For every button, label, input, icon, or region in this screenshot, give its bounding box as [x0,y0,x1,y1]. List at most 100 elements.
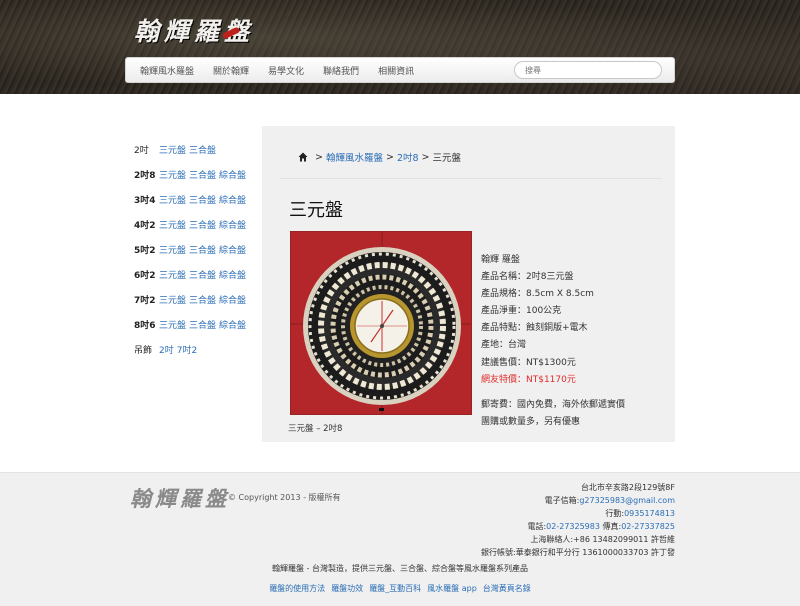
sidebar-link[interactable]: 三元盤 [159,221,186,231]
sidebar-row: 吊飾 2吋 7吋2 [134,343,197,356]
home-icon[interactable] [298,152,308,162]
footer-logo[interactable]: 翰輝羅盤 [130,483,230,513]
image-caption: 三元盤 – 2吋8 [288,424,343,434]
nav-item[interactable]: 翰輝風水羅盤 [140,64,194,77]
list-price: 建議售價：NT$1300元 [481,358,576,368]
email-line: 電子信箱:g27325983@gmail.com [545,495,675,506]
address-text: 台北市辛亥路2段129號8F [580,483,675,492]
sidebar-row: 8吋6 三元盤 三合盤 綜合盤 [134,318,246,331]
product-detail-line: 團購或數量多，另有優惠 [481,417,581,427]
mobile-link[interactable]: 0935174813 [624,509,675,518]
mobile-line: 行動:0935174813 [605,508,675,519]
email-link[interactable]: g27325983@gmail.com [579,496,675,505]
breadcrumb-link[interactable]: 翰輝風水羅盤 [326,150,383,164]
sidebar-row: 2吋 三元盤 三合盤 [134,143,216,156]
divider [280,178,662,179]
sidebar-link[interactable]: 三合盤 [189,246,216,256]
copyright-text: © Copyright 2013 - 版權所有 [228,493,341,502]
shanghai-contact: 上海聯絡人:+86 13482099011 許哲維 [530,535,675,544]
sidebar-link[interactable]: 2吋 [159,346,174,356]
sidebar-row: 2吋8 三元盤 三合盤 綜合盤 [134,168,246,181]
sidebar-link[interactable]: 綜合盤 [219,271,246,281]
bank-account: 銀行帳號:華泰銀行和平分行 1361000033703 許丁發 [481,548,675,557]
sidebar-link[interactable]: 三元盤 [159,321,186,331]
sidebar-link[interactable]: 三合盤 [189,171,216,181]
breadcrumb: > 翰輝風水羅盤 >2吋8 > 三元盤 [298,150,461,164]
sidebar-link[interactable]: 三合盤 [189,146,216,156]
product-panel: > 翰輝風水羅盤 >2吋8 > 三元盤 三元盤 三元盤 – 2吋8 翰輝 羅盤 … [262,126,675,442]
breadcrumb-separator: > [421,151,430,163]
sidebar-row: 7吋2 三元盤 三合盤 綜合盤 [134,293,246,306]
breadcrumb-current: 三元盤 [432,153,462,164]
email-label: 電子信箱: [544,496,580,505]
sidebar-size-label: 吊飾 [134,346,153,356]
footer-link[interactable]: 羅盤功效 [331,584,363,593]
sidebar-link[interactable]: 三元盤 [159,146,186,156]
sidebar-row: 3吋4 三元盤 三合盤 綜合盤 [134,193,246,206]
sidebar-row: 6吋2 三元盤 三合盤 綜合盤 [134,268,246,281]
product-detail-line: 翰輝 羅盤 [481,255,520,265]
sale-price: 網友特價：NT$1170元 [481,375,576,385]
sidebar-link[interactable]: 綜合盤 [219,321,246,331]
phone-line: 電話:02-27325983 傳真:02-27337825 [527,521,675,532]
footer-link[interactable]: 風水羅盤 app [427,584,477,593]
footer-link[interactable]: 羅盤的使用方法 [269,584,325,593]
product-detail-line: 產品規格：8.5cm X 8.5cm [481,289,594,299]
breadcrumb-separator: > [385,151,394,163]
sidebar-size-label: 4吋2 [134,221,156,231]
breadcrumb-separator: > [315,151,323,163]
footer-tagline: 翰輝羅盤 - 台灣製造，提供三元盤、三合盤、綜合盤等風水羅盤系列產品 [272,564,528,573]
sidebar-link[interactable]: 三元盤 [159,171,186,181]
sidebar-link[interactable]: 三元盤 [159,196,186,206]
sidebar-link[interactable]: 綜合盤 [219,296,246,306]
nav-item[interactable]: 相關資訊 [378,64,414,77]
footer-link[interactable]: 台灣黃頁名錄 [483,584,531,593]
sidebar-link[interactable]: 7吋2 [177,346,197,356]
footer-link[interactable]: 羅盤_互動百科 [369,584,421,593]
product-image[interactable] [290,231,472,415]
search-input[interactable] [514,61,662,79]
nav-item[interactable]: 關於翰輝 [213,64,249,77]
sidebar-link[interactable]: 綜合盤 [219,221,246,231]
sidebar-link[interactable]: 綜合盤 [219,171,246,181]
phone-link[interactable]: 02-27325983 [546,522,600,531]
sidebar-size-label: 5吋2 [134,246,156,256]
sidebar-link[interactable]: 三合盤 [189,321,216,331]
sidebar-link[interactable]: 三元盤 [159,246,186,256]
sidebar-link[interactable]: 三合盤 [189,221,216,231]
product-detail-line: 產地：台灣 [481,340,527,350]
breadcrumb-link[interactable]: 2吋8 [397,150,419,164]
fax-label: 傳真: [599,522,622,531]
phone-label: 電話: [527,522,547,531]
sidebar-link[interactable]: 綜合盤 [219,196,246,206]
main-navbar: 翰輝風水羅盤 關於翰輝 易學文化 聯絡我們 相關資訊 [125,57,675,83]
mobile-label: 行動: [605,509,625,518]
nav-item[interactable]: 聯絡我們 [323,64,359,77]
sidebar-size-label: 2吋8 [134,171,156,181]
site-footer: 翰輝羅盤 © Copyright 2013 - 版權所有 台北市辛亥路2段129… [0,472,800,606]
product-detail-line: 產品名稱：2吋8三元盤 [481,272,574,282]
luopan-compass-image [291,232,471,414]
sidebar-link[interactable]: 三合盤 [189,196,216,206]
sidebar-size-label: 6吋2 [134,271,156,281]
page-title: 三元盤 [289,200,343,221]
sidebar-link[interactable]: 綜合盤 [219,246,246,256]
sidebar-link[interactable]: 三合盤 [189,271,216,281]
product-detail-line: 郵寄費：國內免費，海外依郵遞實價 [481,400,626,410]
sidebar-link[interactable]: 三元盤 [159,271,186,281]
nav-items: 翰輝風水羅盤 關於翰輝 易學文化 聯絡我們 相關資訊 [140,58,433,82]
sidebar-link[interactable]: 三合盤 [189,296,216,306]
footer-links: 羅盤的使用方法 羅盤功效 羅盤_互動百科 風水羅盤 app 台灣黃頁名錄 [0,583,800,594]
sidebar-size-label: 3吋4 [134,196,156,206]
nav-item[interactable]: 易學文化 [268,64,304,77]
site-header: 翰輝羅盤 翰輝風水羅盤 關於翰輝 易學文化 聯絡我們 相關資訊 [0,0,800,94]
sidebar-size-label: 8吋6 [134,321,156,331]
sidebar-size-label: 7吋2 [134,296,156,306]
product-detail-line: 產品淨重：100公克 [481,306,562,316]
sidebar-link[interactable]: 三元盤 [159,296,186,306]
sidebar-row: 4吋2 三元盤 三合盤 綜合盤 [134,218,246,231]
product-detail-line: 產品特點：蝕刻銅版+電木 [481,323,588,333]
fax-link[interactable]: 02-27337825 [621,522,675,531]
sidebar-row: 5吋2 三元盤 三合盤 綜合盤 [134,243,246,256]
sidebar-size-label: 2吋 [134,146,149,156]
